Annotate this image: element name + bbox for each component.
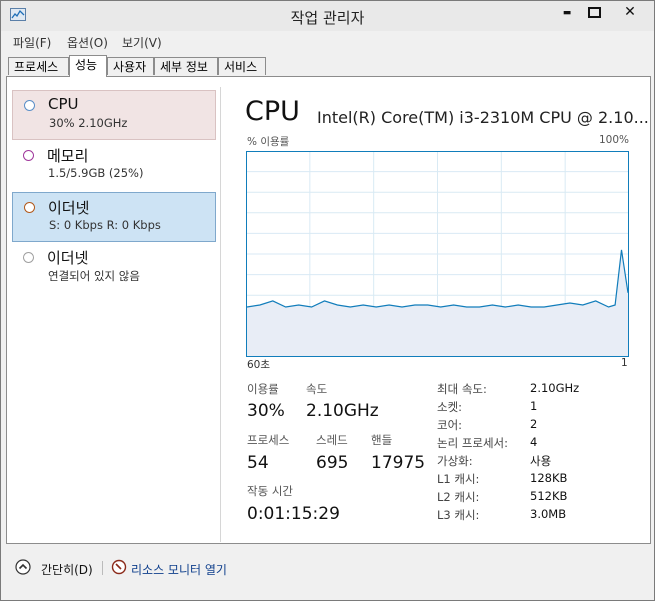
uptime-label: 작동 시간 (247, 484, 293, 498)
resource-monitor-icon[interactable] (111, 559, 127, 575)
close-icon: ✕ (624, 4, 636, 20)
resource-name: 메모리 (47, 147, 89, 165)
resource-summary: S: 0 Kbps R: 0 Kbps (49, 218, 161, 232)
spec-key: L1 캐시: (437, 472, 480, 486)
speed-value: 2.10GHz (306, 401, 379, 421)
utilization-value: 30% (247, 401, 285, 421)
minimize-icon: ▬ (562, 8, 572, 18)
spec-value: 4 (530, 435, 538, 449)
open-resource-monitor-link[interactable]: 리소스 모니터 열기 (131, 561, 227, 578)
graph-y-max-label: 100% (599, 134, 630, 146)
resource-item-ethernet-1[interactable]: 이더넷 S: 0 Kbps R: 0 Kbps (12, 192, 216, 242)
fewer-details-button[interactable]: 간단히(D) (41, 561, 93, 578)
ethernet-indicator-icon (24, 202, 35, 213)
spec-key: 코어: (437, 418, 463, 432)
spec-key: 가상화: (437, 454, 473, 468)
chevron-up-circle-icon[interactable] (15, 559, 31, 575)
processes-value: 54 (247, 453, 269, 473)
processes-label: 프로세스 (247, 433, 290, 447)
menu-file[interactable]: 파일(F) (13, 34, 51, 51)
tab-users[interactable]: 사용자 (107, 57, 154, 75)
footer-separator (102, 561, 103, 575)
resource-title: CPU (245, 96, 300, 127)
cpu-utilization-graph (246, 151, 629, 357)
spec-key: L3 캐시: (437, 508, 480, 522)
spec-value: 1 (530, 399, 538, 413)
spec-value: 3.0MB (530, 507, 567, 521)
spec-key: 논리 프로세서: (437, 436, 509, 450)
menu-bar: 파일(F) 옵션(O) 보기(V) (1, 33, 654, 53)
tab-details[interactable]: 세부 정보 (154, 57, 218, 75)
threads-value: 695 (316, 453, 349, 473)
speed-label: 속도 (306, 382, 328, 396)
menu-options[interactable]: 옵션(O) (67, 34, 108, 51)
spec-value: 사용 (530, 454, 552, 468)
resource-name: 이더넷 (47, 249, 89, 267)
footer-bar: 간단히(D) 리소스 모니터 열기 (1, 549, 654, 589)
resource-summary: 연결되어 있지 않음 (48, 269, 140, 283)
uptime-value: 0:01:15:29 (247, 504, 340, 524)
resource-item-cpu[interactable]: CPU 30% 2.10GHz (12, 90, 216, 140)
graph-y-label: % 이용률 (247, 136, 290, 148)
title-bar[interactable]: 작업 관리자 ▬ ✕ (1, 1, 654, 31)
resource-item-memory[interactable]: 메모리 1.5/5.9GB (25%) (12, 141, 216, 191)
pane-divider[interactable] (220, 87, 221, 542)
handles-label: 핸들 (371, 433, 393, 447)
maximize-button[interactable] (581, 2, 607, 22)
ethernet-indicator-icon (23, 252, 34, 263)
resource-summary: 30% 2.10GHz (49, 116, 128, 130)
cpu-indicator-icon (24, 100, 35, 111)
graph-x-end-label: 1 (621, 357, 628, 369)
threads-label: 스레드 (316, 433, 348, 447)
handles-value: 17975 (371, 453, 426, 473)
task-manager-window: 작업 관리자 ▬ ✕ 파일(F) 옵션(O) 보기(V) 프로세스 성능 사용자… (0, 0, 655, 601)
spec-value: 2.10GHz (530, 381, 580, 395)
minimize-button[interactable]: ▬ (554, 2, 580, 22)
tab-processes[interactable]: 프로세스 (8, 57, 69, 75)
tab-services[interactable]: 서비스 (218, 57, 266, 75)
performance-pane: CPU 30% 2.10GHz 메모리 1.5/5.9GB (25%) 이더넷 … (6, 76, 651, 544)
resource-name: 이더넷 (48, 199, 90, 217)
close-button[interactable]: ✕ (608, 2, 652, 22)
memory-indicator-icon (23, 150, 34, 161)
maximize-icon (587, 7, 601, 18)
graph-x-start-label: 60초 (247, 359, 271, 371)
tab-performance[interactable]: 성능 (69, 55, 107, 77)
spec-key: 소켓: (437, 400, 463, 414)
spec-value: 512KB (530, 489, 568, 503)
cpu-model-name: Intel(R) Core(TM) i3-2310M CPU @ 2.10... (317, 108, 649, 127)
spec-key: L2 캐시: (437, 490, 480, 504)
spec-value: 2 (530, 417, 538, 431)
spec-value: 128KB (530, 471, 568, 485)
spec-key: 최대 속도: (437, 382, 487, 396)
resource-name: CPU (48, 95, 79, 113)
resource-summary: 1.5/5.9GB (25%) (48, 166, 144, 180)
resource-item-ethernet-2[interactable]: 이더넷 연결되어 있지 않음 (12, 243, 216, 293)
menu-view[interactable]: 보기(V) (122, 34, 162, 51)
utilization-label: 이용률 (247, 382, 279, 396)
